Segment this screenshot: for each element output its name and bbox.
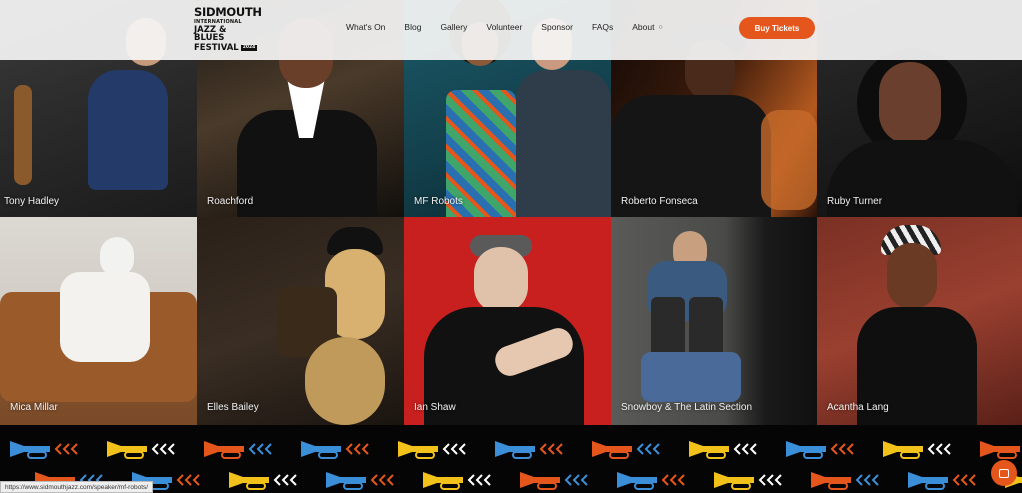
- main-nav: What's On Blog Gallery Volunteer Sponsor…: [346, 0, 682, 54]
- artist-tile-acantha-lang[interactable]: Acantha Lang: [817, 217, 1022, 425]
- artist-name: Acantha Lang: [827, 402, 889, 413]
- trumpet-icon: [229, 472, 297, 490]
- nav-whats-on[interactable]: What's On: [346, 22, 385, 32]
- buy-tickets-button[interactable]: Buy Tickets: [739, 17, 815, 39]
- artist-photo: [88, 70, 168, 190]
- nav-sponsor[interactable]: Sponsor: [541, 22, 573, 32]
- artist-name: Roachford: [207, 196, 254, 207]
- chat-icon: [999, 468, 1009, 478]
- artist-tile-snowboy[interactable]: Snowboy & The Latin Section: [611, 217, 817, 425]
- chat-button[interactable]: [991, 460, 1017, 486]
- logo-line-2: INTERNATIONAL: [194, 18, 242, 25]
- nav-about-label: About: [632, 22, 655, 32]
- nav-gallery[interactable]: Gallery: [440, 22, 467, 32]
- trumpet-icon: [10, 441, 78, 459]
- artist-name: Ruby Turner: [827, 196, 883, 207]
- nav-volunteer[interactable]: Volunteer: [486, 22, 522, 32]
- artist-grid: Tony Hadley Roachford MF Robots Roberto …: [0, 0, 1022, 425]
- trumpet-icon: [495, 441, 563, 459]
- trumpet-icon: [107, 441, 175, 459]
- artist-name: Roberto Fonseca: [621, 196, 698, 207]
- trumpet-icon: [301, 441, 369, 459]
- festival-logo[interactable]: SIDMOUTH INTERNATIONAL JAZZ & BLUES FEST…: [194, 5, 262, 53]
- status-bar-url: https://www.sidmouthjazz.com/speaker/mf-…: [0, 481, 154, 493]
- logo-line-1: SIDMOUTH: [194, 5, 262, 19]
- trumpet-pattern-strip: [0, 425, 1022, 493]
- trumpet-icon: [786, 441, 854, 459]
- artist-name: Ian Shaw: [414, 402, 456, 413]
- trumpet-icon: [520, 472, 588, 490]
- chevron-down-icon: ○: [658, 23, 663, 31]
- trumpet-icon: [689, 441, 757, 459]
- artist-tile-ian-shaw[interactable]: Ian Shaw: [404, 217, 611, 425]
- artist-name: MF Robots: [414, 196, 463, 207]
- trumpet-icon: [617, 472, 685, 490]
- trumpet-icon: [883, 441, 951, 459]
- nav-about[interactable]: About ○: [632, 22, 662, 32]
- trumpet-icon: [423, 472, 491, 490]
- artist-name: Snowboy & The Latin Section: [621, 402, 753, 413]
- artist-tile-elles-bailey[interactable]: Elles Bailey: [197, 217, 404, 425]
- artist-name: Mica Millar: [10, 402, 58, 413]
- site-header: SIDMOUTH INTERNATIONAL JAZZ & BLUES FEST…: [0, 0, 1022, 60]
- trumpet-icon: [592, 441, 660, 459]
- nav-faqs[interactable]: FAQs: [592, 22, 613, 32]
- trumpet-icon: [980, 441, 1020, 459]
- logo-line-3: JAZZ & BLUES: [194, 24, 227, 43]
- logo-festival: FESTIVAL: [194, 42, 239, 53]
- artist-name: Tony Hadley: [4, 196, 60, 207]
- trumpet-icon: [811, 472, 879, 490]
- nav-blog[interactable]: Blog: [404, 22, 421, 32]
- trumpet-icon: [204, 441, 272, 459]
- trumpet-icon: [326, 472, 394, 490]
- artist-tile-mica-millar[interactable]: Mica Millar: [0, 217, 197, 425]
- logo-line-4: FESTIVAL 2024: [194, 42, 258, 53]
- trumpet-icon: [398, 441, 466, 459]
- artist-name: Elles Bailey: [207, 402, 259, 413]
- logo-year: 2024: [240, 44, 258, 51]
- trumpet-icon: [714, 472, 782, 490]
- trumpet-icon: [908, 472, 976, 490]
- trumpet-pattern: [10, 441, 1022, 490]
